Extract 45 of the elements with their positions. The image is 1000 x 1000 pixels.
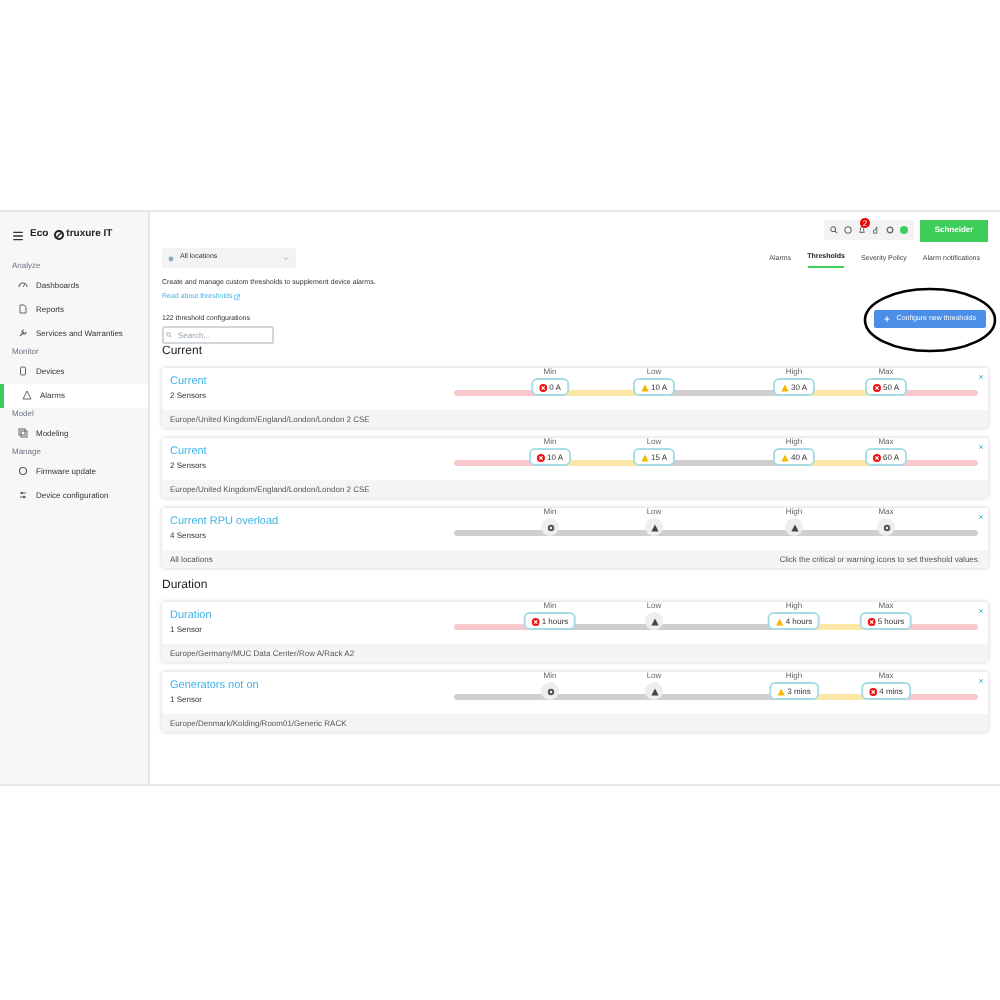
status-dot-icon xyxy=(900,226,908,234)
globe-icon xyxy=(168,255,174,261)
critical-icon xyxy=(869,687,878,696)
plus-icon xyxy=(884,316,891,323)
close-icon xyxy=(978,444,984,451)
close-icon xyxy=(978,514,984,521)
threshold-marker[interactable] xyxy=(541,518,559,537)
threshold-marker[interactable] xyxy=(645,612,663,631)
warning-icon xyxy=(781,453,789,462)
warning-icon xyxy=(790,523,798,532)
help-icon xyxy=(844,226,852,234)
threshold-marker[interactable] xyxy=(645,518,663,537)
layers-icon xyxy=(18,428,28,438)
threshold-marker[interactable] xyxy=(877,518,895,537)
critical-icon xyxy=(867,617,876,626)
threshold-marker[interactable] xyxy=(541,682,559,701)
critical-icon xyxy=(873,383,881,392)
critical-icon xyxy=(531,617,540,626)
close-icon xyxy=(978,678,984,685)
threshold-marker[interactable] xyxy=(785,518,803,537)
bell-icon xyxy=(858,226,866,234)
warning-icon xyxy=(650,523,658,532)
highlight-ellipse xyxy=(862,286,999,355)
warning-icon xyxy=(650,617,658,626)
warning-icon xyxy=(641,453,649,462)
document-icon xyxy=(18,304,28,314)
threshold-marker[interactable] xyxy=(645,682,663,701)
sliders-icon xyxy=(18,490,28,500)
menu-icon xyxy=(12,229,24,242)
external-link-icon xyxy=(234,293,241,300)
gauge-icon xyxy=(18,280,28,290)
warning-icon xyxy=(781,383,789,392)
critical-icon xyxy=(539,383,548,392)
wrench-icon xyxy=(18,328,28,338)
device-icon xyxy=(18,366,28,376)
critical-icon xyxy=(537,453,545,462)
critical-icon xyxy=(873,453,881,462)
warning-icon xyxy=(641,383,649,392)
warning-icon xyxy=(650,687,658,696)
logo-icon xyxy=(54,230,65,241)
search-icon xyxy=(830,226,838,234)
close-icon xyxy=(978,374,984,381)
warning-icon xyxy=(22,390,32,400)
close-icon xyxy=(978,608,984,615)
search-icon xyxy=(166,332,172,339)
